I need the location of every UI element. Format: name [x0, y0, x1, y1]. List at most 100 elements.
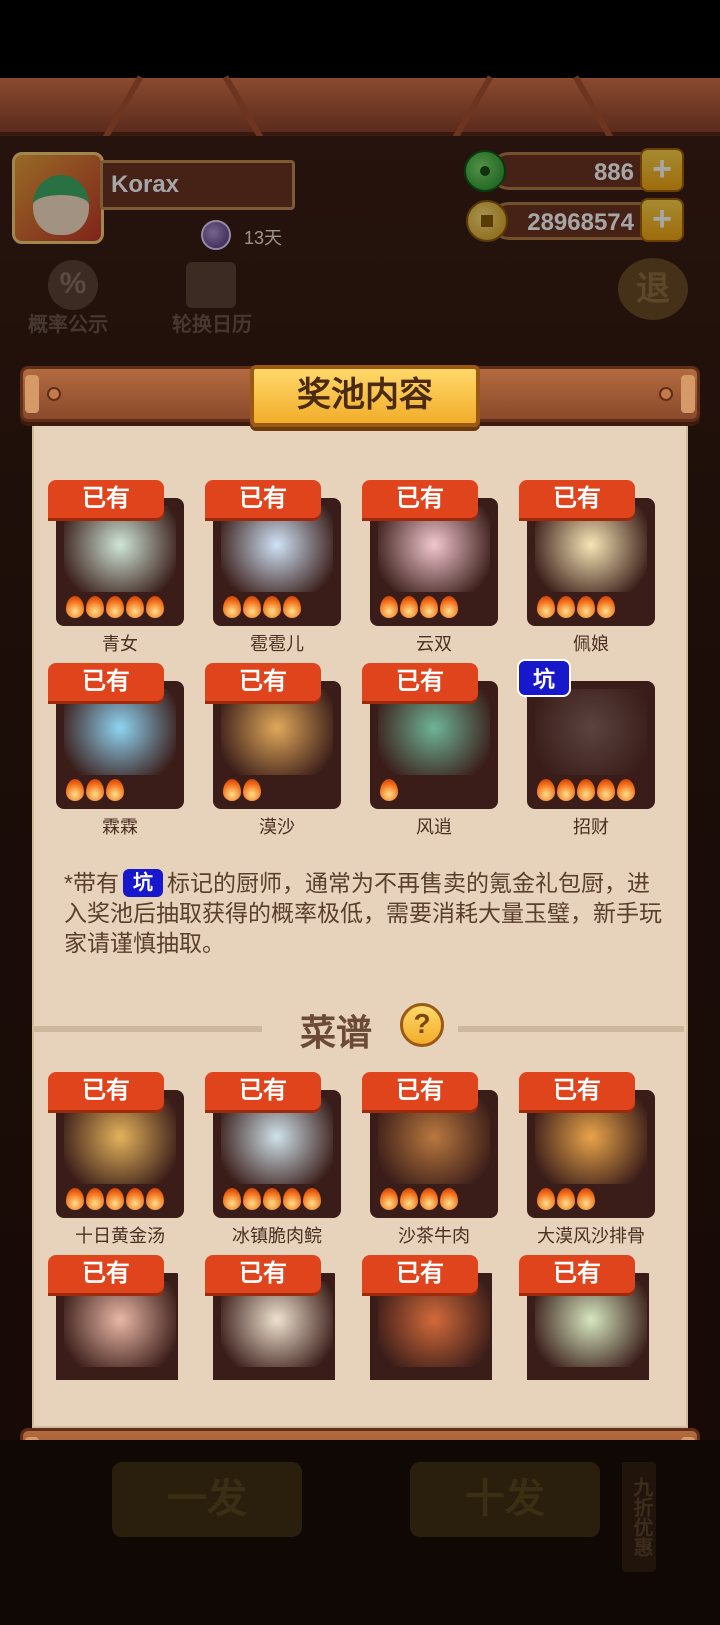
card-name: 风逍 [416, 817, 452, 837]
recipe-card[interactable]: 已有 [48, 1255, 178, 1380]
card-art [378, 1281, 490, 1367]
flame-icon [420, 1188, 438, 1210]
flame-icon [66, 596, 84, 618]
flame-icon [86, 596, 104, 618]
card-name: 冰镇脆肉鲩 [232, 1226, 322, 1246]
owned-badge: 已有 [48, 1072, 164, 1110]
recipes-title: 菜谱 [300, 1012, 373, 1053]
chef-card[interactable]: 已有 佩娘 [519, 480, 655, 654]
chef-card[interactable]: 已有雹雹儿 [205, 480, 341, 654]
flame-icon [283, 1188, 301, 1210]
flame-icon [597, 779, 615, 801]
flame-icon [400, 596, 418, 618]
card-art [221, 506, 333, 592]
recipe-card[interactable]: 已有 大漠风沙排骨 [519, 1072, 655, 1246]
flame-icon [66, 1188, 84, 1210]
flame-icon [597, 596, 615, 618]
pit-note-prefix: *带有 [64, 870, 119, 896]
card-name: 沙茶牛肉 [398, 1226, 470, 1246]
owned-badge: 已有 [362, 663, 478, 701]
flame-icon [557, 1188, 575, 1210]
chef-card[interactable]: 坑招财 [517, 659, 655, 837]
flame-icon [106, 779, 124, 801]
flame-icon [440, 596, 458, 618]
flame-icon [577, 596, 595, 618]
recipe-card[interactable]: 已有 [205, 1255, 335, 1380]
card-art [378, 689, 490, 775]
owned-badge: 已有 [48, 480, 164, 518]
flame-icon [66, 779, 84, 801]
owned-badge: 已有 [362, 480, 478, 518]
card-art [221, 1098, 333, 1184]
card-art [378, 506, 490, 592]
card-name: 漠沙 [259, 817, 295, 837]
flame-icon [303, 1188, 321, 1210]
recipe-card[interactable]: 已有十日黄金汤 [48, 1072, 184, 1246]
card-name: 雹雹儿 [250, 634, 304, 654]
flame-icon [223, 1188, 241, 1210]
flame-icon [243, 1188, 261, 1210]
flame-icon [126, 596, 144, 618]
card-art [535, 506, 647, 592]
owned-badge: 已有 [205, 1072, 321, 1110]
card-name: 佩娘 [573, 634, 609, 654]
chef-card[interactable]: 已有霖霖 [48, 663, 184, 837]
card-art [64, 689, 176, 775]
recipe-card[interactable]: 已有冰镇脆肉鲩 [205, 1072, 341, 1246]
flame-icon [420, 596, 438, 618]
flame-icon [106, 1188, 124, 1210]
top-black-bar [0, 0, 720, 80]
flame-icon [146, 596, 164, 618]
rarity-flames [66, 1188, 164, 1212]
flame-icon [577, 779, 595, 801]
flame-icon [263, 596, 281, 618]
flame-icon [223, 596, 241, 618]
owned-badge: 已有 [48, 1255, 164, 1293]
pit-badge: 坑 [517, 659, 571, 697]
recipe-card[interactable]: 已有沙茶牛肉 [362, 1072, 498, 1246]
card-name: 大漠风沙排骨 [537, 1226, 645, 1246]
chef-card[interactable]: 已有青女 [48, 480, 184, 654]
card-art [535, 689, 647, 775]
rarity-flames [223, 596, 301, 620]
flame-icon [537, 596, 555, 618]
pit-note: *带有坑标记的厨师，通常为不再售卖的氪金礼包厨，进入奖池后抽取获得的概率极低，需… [64, 868, 664, 958]
rarity-flames [380, 1188, 458, 1212]
flame-icon [380, 1188, 398, 1210]
flame-icon [577, 1188, 595, 1210]
rarity-flames [66, 779, 124, 803]
rarity-flames [223, 779, 261, 803]
rarity-flames [380, 779, 398, 803]
flame-icon [223, 779, 241, 801]
owned-badge: 已有 [205, 1255, 321, 1293]
chef-card[interactable]: 已有云双 [362, 480, 498, 654]
divider-left [34, 1026, 262, 1032]
card-art [64, 506, 176, 592]
card-name: 十日黄金汤 [75, 1226, 165, 1246]
owned-badge: 已有 [362, 1255, 478, 1293]
chef-card[interactable]: 已有 漠沙 [205, 663, 341, 837]
flame-icon [380, 779, 398, 801]
owned-badge: 已有 [205, 480, 321, 518]
flame-icon [86, 779, 104, 801]
card-art [221, 1281, 333, 1367]
owned-badge: 已有 [362, 1072, 478, 1110]
card-name: 云双 [416, 634, 452, 654]
pit-note-badge: 坑 [122, 869, 163, 897]
card-name: 霖霖 [102, 817, 138, 837]
flame-icon [537, 779, 555, 801]
owned-badge: 已有 [48, 663, 164, 701]
flame-icon [440, 1188, 458, 1210]
rarity-flames [66, 596, 164, 620]
recipe-card[interactable]: 已有 [519, 1255, 649, 1380]
chef-card[interactable]: 已有风逍 [362, 663, 498, 837]
flame-icon [86, 1188, 104, 1210]
flame-icon [243, 596, 261, 618]
card-name: 招财 [573, 817, 609, 837]
panel-title: 奖池内容 [250, 365, 480, 427]
recipe-card[interactable]: 已有 [362, 1255, 492, 1380]
flame-icon [617, 779, 635, 801]
help-icon[interactable]: ? [400, 1003, 444, 1047]
rarity-flames [537, 596, 615, 620]
card-name: 青女 [102, 634, 138, 654]
